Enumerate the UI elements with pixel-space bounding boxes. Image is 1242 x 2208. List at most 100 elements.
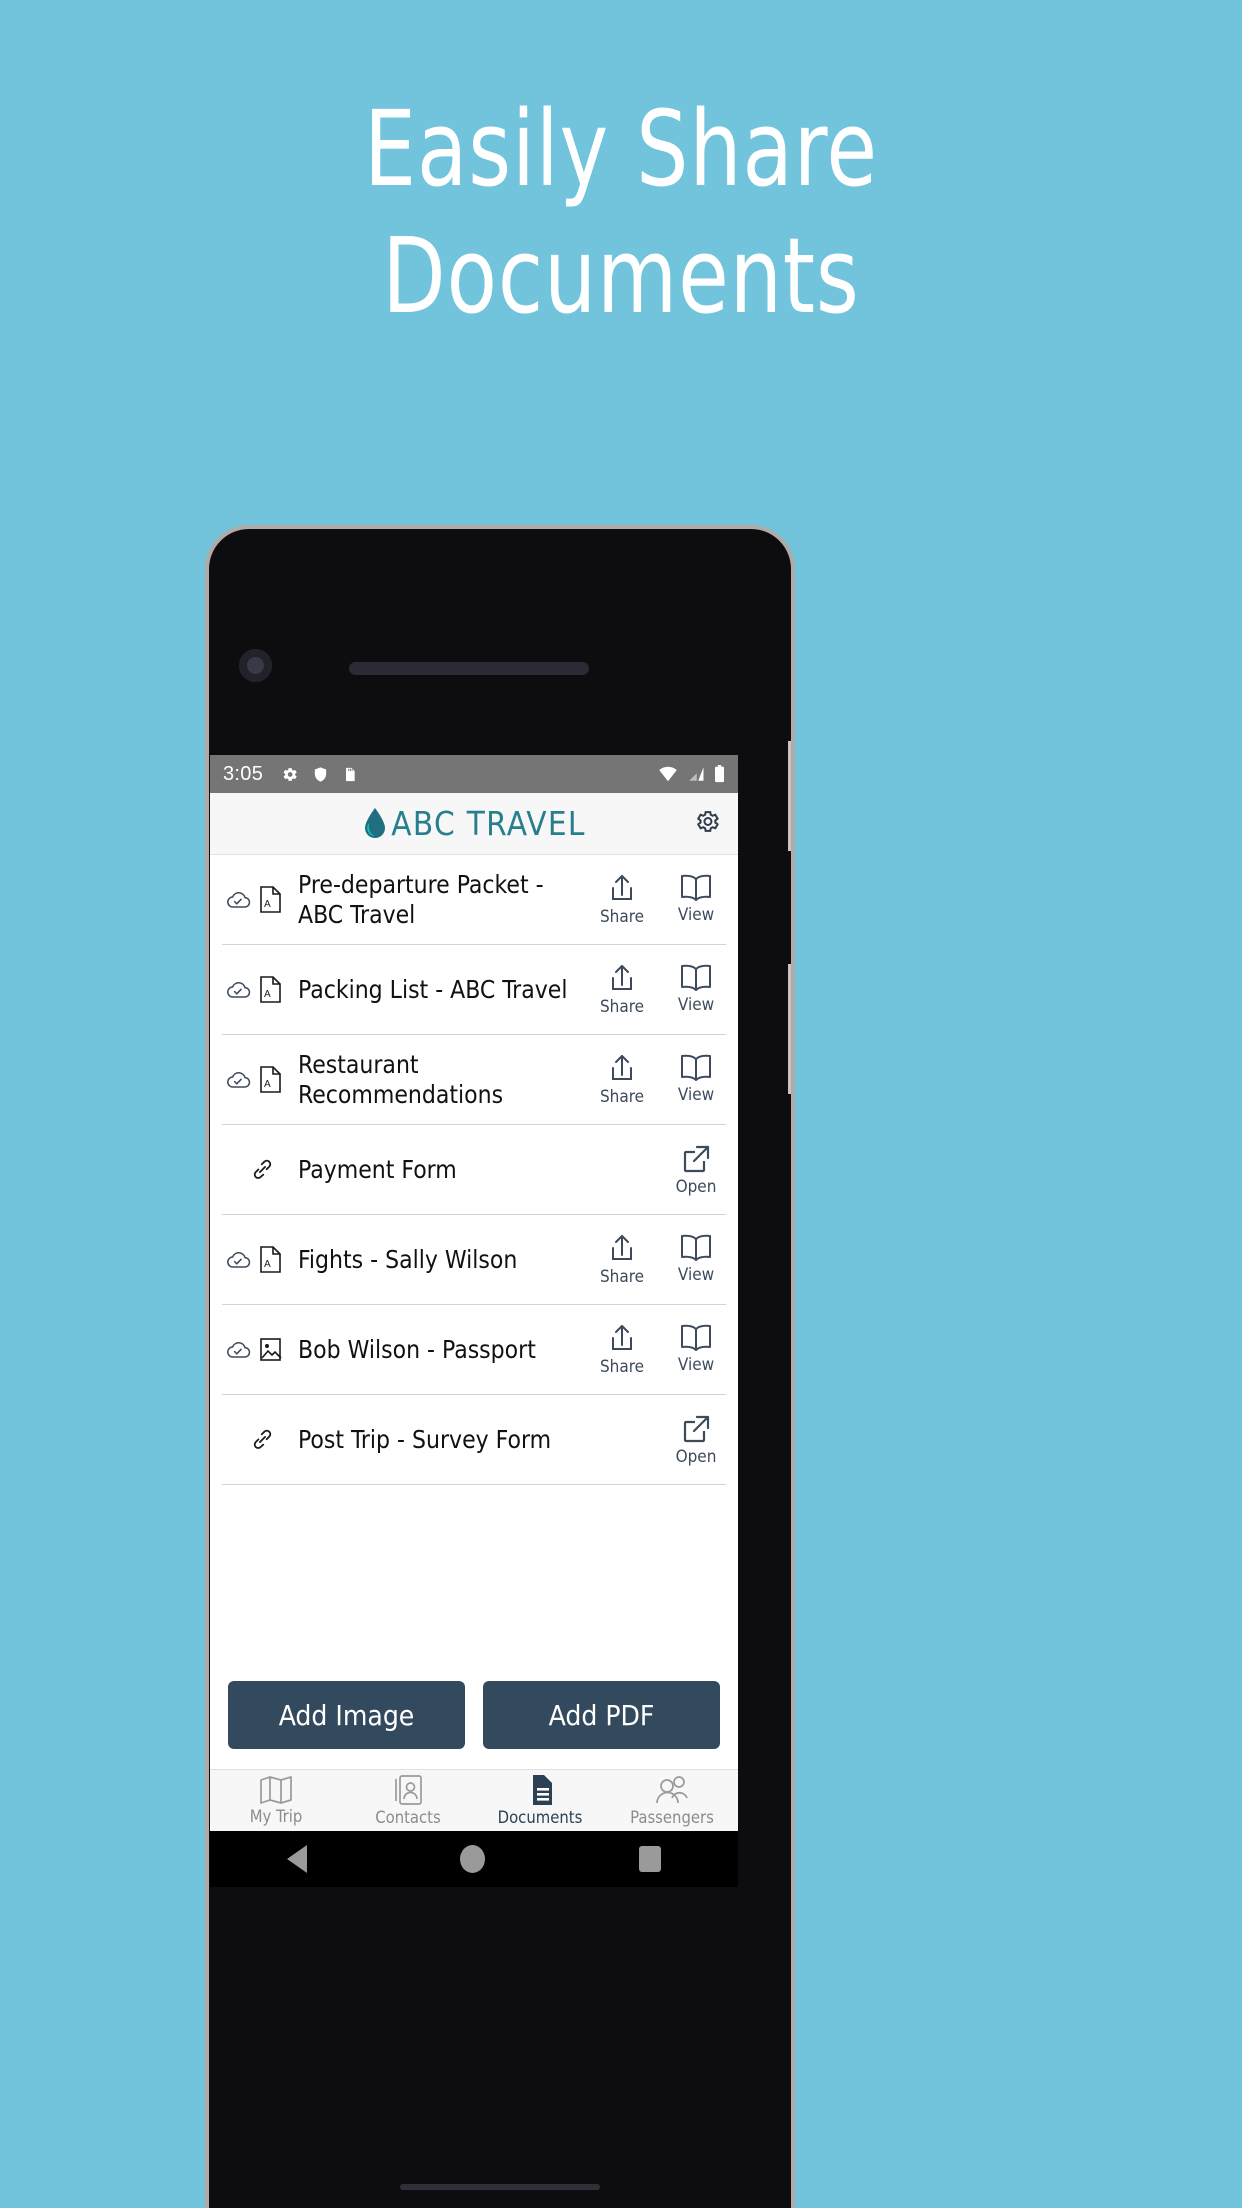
share-action-button[interactable]: Share (592, 963, 652, 1017)
headline-line-1: Easily Share (364, 88, 878, 210)
view-action-button[interactable]: View (666, 873, 726, 925)
action-label: Share (599, 996, 645, 1017)
image-file-icon (260, 1338, 282, 1361)
android-system-nav (210, 1831, 738, 1887)
open-action-button[interactable]: Open (666, 1143, 726, 1197)
home-circle-icon[interactable] (460, 1845, 486, 1873)
nav-item-my-trip[interactable]: My Trip (210, 1770, 342, 1831)
document-title: Post Trip - Survey Form (298, 1424, 552, 1454)
document-row[interactable]: A Pre-departure Packet - ABC Travel Shar… (222, 855, 726, 945)
open-book-icon (681, 964, 711, 991)
document-actions: Share View (592, 1233, 726, 1287)
nav-item-label: My Trip (249, 1807, 303, 1826)
open-book-icon (681, 1324, 711, 1351)
phone-screen: 3:05 ABC TRAVEL A Pre-departure Packet -… (210, 755, 738, 1831)
share-action-button[interactable]: Share (592, 1053, 652, 1107)
app-logo-text: ABC TRAVEL (391, 804, 586, 843)
cellular-signal-icon (689, 767, 704, 781)
back-triangle-icon[interactable] (286, 1845, 307, 1873)
share-upload-icon (612, 1054, 632, 1080)
document-row[interactable]: A Fights - Sally Wilson Share View (222, 1215, 726, 1305)
add-buttons-row: Add Image Add PDF (210, 1681, 738, 1769)
action-label: View (677, 1264, 715, 1285)
power-button[interactable] (788, 741, 791, 851)
document-actions: Share View (592, 1053, 726, 1107)
pdf-file-icon: A (260, 1066, 281, 1093)
document-list: A Pre-departure Packet - ABC Travel Shar… (210, 855, 738, 1681)
action-label: Open (675, 1176, 717, 1197)
external-link-icon (683, 1145, 710, 1172)
svg-text:A: A (264, 1079, 271, 1090)
document-actions: Share View (592, 1323, 726, 1377)
document-title: Packing List - ABC Travel (298, 974, 568, 1004)
view-action-button[interactable]: View (666, 1053, 726, 1105)
document-row[interactable]: Bob Wilson - Passport Share View (222, 1305, 726, 1395)
document-title: Pre-departure Packet - ABC Travel (298, 870, 544, 929)
add-image-button[interactable]: Add Image (228, 1681, 465, 1749)
nav-item-contacts[interactable]: Contacts (342, 1770, 474, 1831)
pdf-file-icon: A (260, 1246, 281, 1273)
share-upload-icon (612, 874, 632, 900)
wifi-icon (659, 766, 677, 782)
settings-button[interactable] (693, 807, 721, 840)
nav-item-documents[interactable]: Documents (474, 1770, 606, 1831)
cloud-check-icon (227, 1341, 251, 1358)
view-action-button[interactable]: View (666, 1233, 726, 1285)
share-action-button[interactable]: Share (592, 873, 652, 927)
headline-line-2: Documents (382, 214, 860, 337)
document-title: Restaurant Recommendations (298, 1050, 504, 1109)
status-bar: 3:05 (210, 755, 738, 793)
open-action-button[interactable]: Open (666, 1413, 726, 1467)
gear-icon (283, 767, 297, 781)
action-label: View (677, 904, 715, 925)
document-actions: Share View (592, 963, 726, 1017)
document-row-icons: A (222, 1066, 298, 1093)
bottom-navigation: My Trip Contacts Documents Passengers (210, 1769, 738, 1831)
battery-icon (715, 765, 724, 783)
document-row[interactable]: Payment Form Open (222, 1125, 726, 1215)
document-icon (527, 1775, 552, 1805)
cloud-check-icon (227, 891, 251, 908)
svg-text:A: A (264, 1259, 271, 1270)
action-label: View (677, 1354, 715, 1375)
nav-item-passengers[interactable]: Passengers (606, 1770, 738, 1831)
action-label: Share (599, 1356, 645, 1377)
document-row-icons (222, 1336, 298, 1363)
document-row[interactable]: A Restaurant Recommendations Share View (222, 1035, 726, 1125)
map-icon (260, 1776, 292, 1804)
phone-body: 3:05 ABC TRAVEL A Pre-departure Packet -… (209, 529, 791, 2208)
recents-square-icon[interactable] (639, 1846, 662, 1872)
gear-icon (696, 810, 719, 832)
open-book-icon (681, 1234, 711, 1261)
document-row-icons: A (222, 886, 298, 913)
share-action-button[interactable]: Share (592, 1233, 652, 1287)
view-action-button[interactable]: View (666, 963, 726, 1015)
action-label: Share (599, 906, 645, 927)
document-actions: Open (666, 1413, 726, 1467)
action-label: View (677, 1084, 715, 1105)
app-logo: ABC TRAVEL (362, 804, 585, 843)
document-row-icons: A (222, 1246, 298, 1273)
volume-button[interactable] (788, 964, 791, 1094)
open-book-icon (681, 1054, 711, 1081)
document-title: Fights - Sally Wilson (298, 1244, 518, 1274)
cloud-check-icon (227, 1071, 251, 1088)
cloud-check-icon (227, 981, 251, 998)
add-pdf-button[interactable]: Add PDF (483, 1681, 720, 1749)
people-icon (656, 1776, 688, 1804)
share-upload-icon (612, 1234, 632, 1260)
view-action-button[interactable]: View (666, 1323, 726, 1375)
nav-item-label: Passengers (630, 1808, 714, 1827)
document-row[interactable]: A Packing List - ABC Travel Share View (222, 945, 726, 1035)
nav-item-label: Contacts (375, 1808, 441, 1827)
svg-text:A: A (264, 989, 271, 1000)
earpiece-speaker (349, 662, 589, 675)
share-upload-icon (612, 964, 632, 990)
document-row[interactable]: Post Trip - Survey Form Open (222, 1395, 726, 1485)
document-row-icons (222, 1157, 298, 1182)
external-link-icon (683, 1415, 710, 1442)
pdf-file-icon: A (260, 886, 281, 913)
shield-icon (314, 766, 327, 782)
share-action-button[interactable]: Share (592, 1323, 652, 1377)
link-chain-icon (253, 1429, 272, 1449)
